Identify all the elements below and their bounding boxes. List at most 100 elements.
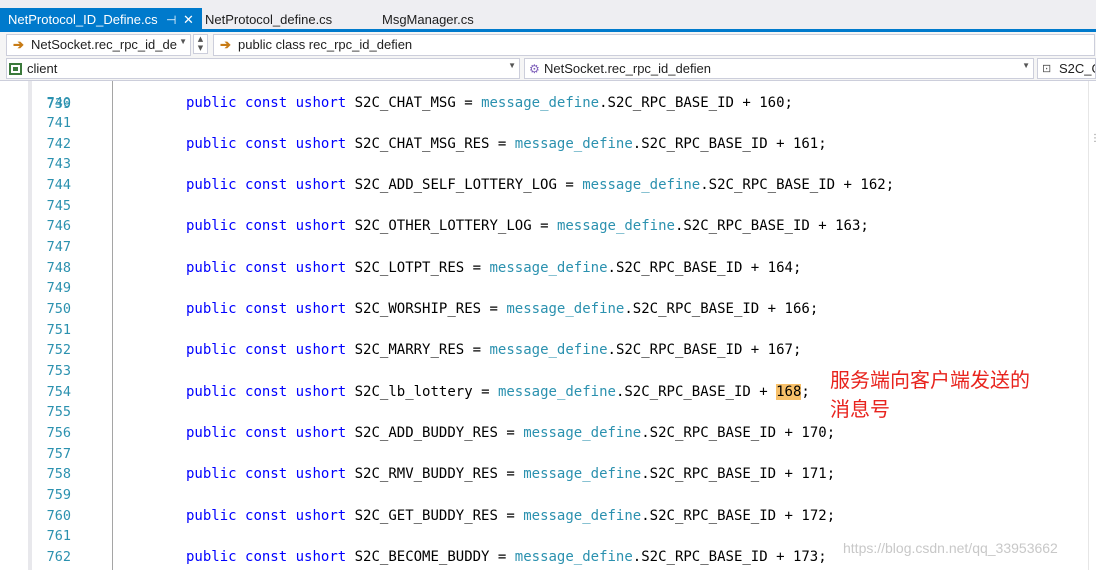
keyword: const xyxy=(245,507,288,524)
keyword: public xyxy=(186,548,237,565)
code-editor[interactable]: ⋮ 739 740 public const ushort S2C_CHAT_MS… xyxy=(0,81,1096,570)
keyword: const xyxy=(245,177,288,194)
keyword: const xyxy=(245,259,288,276)
code-line: 757 xyxy=(0,444,1096,465)
numeric-literal: 172 xyxy=(801,507,827,524)
code-line: 745 xyxy=(0,196,1096,217)
code-line: 750 public const ushort S2C_WORSHIP_RES =… xyxy=(0,299,1096,320)
numeric-literal: 167 xyxy=(767,342,793,359)
identifier: S2C_ADD_BUDDY_RES xyxy=(354,424,498,441)
line-number: 747 xyxy=(46,239,71,256)
line-number: 753 xyxy=(46,362,71,379)
line-number: 750 xyxy=(46,301,71,317)
member-access: .S2C_RPC_BASE_ID xyxy=(607,342,743,359)
keyword: ushort xyxy=(295,218,347,235)
code-statement: public const ushort S2C_BECOME_BUDDY = m… xyxy=(186,548,827,565)
code-line: 742 public const ushort S2C_CHAT_MSG_RES … xyxy=(0,134,1096,155)
numeric-literal: 164 xyxy=(767,259,793,276)
go-arrow-icon: ➔ xyxy=(13,37,24,52)
member-combo[interactable]: ➔ public class rec_rpc_id_defien xyxy=(213,34,1095,56)
code-line: 748 public const ushort S2C_LOTPT_RES = m… xyxy=(0,258,1096,279)
code-statement: public const ushort S2C_lb_lottery = mes… xyxy=(186,383,810,400)
keyword: const xyxy=(245,466,288,483)
line-number: 741 xyxy=(46,115,71,132)
code-line: 747 xyxy=(0,237,1096,258)
code-statement: public const ushort S2C_ADD_SELF_LOTTERY… xyxy=(186,177,895,194)
line-number: 757 xyxy=(46,445,71,462)
code-statement: public const ushort S2C_RMV_BUDDY_RES = … xyxy=(186,466,836,483)
keyword: const xyxy=(245,548,288,565)
identifier: S2C_GET_BUDDY_RES xyxy=(354,507,498,524)
code-line: 760 public const ushort S2C_GET_BUDDY_RES… xyxy=(0,506,1096,527)
line-number: 755 xyxy=(46,404,71,421)
numeric-literal: 162 xyxy=(860,177,886,194)
member-access: .S2C_RPC_BASE_ID xyxy=(700,177,836,194)
line-number: 745 xyxy=(46,197,71,214)
keyword: ushort xyxy=(295,94,347,111)
identifier: S2C_lb_lottery xyxy=(354,383,473,400)
keyword: const xyxy=(245,94,288,111)
type-name: message_define xyxy=(497,383,616,400)
member-access: .S2C_RPC_BASE_ID xyxy=(632,135,768,152)
keyword: public xyxy=(186,259,237,276)
keyword: ushort xyxy=(295,424,347,441)
type-name: message_define xyxy=(523,424,642,441)
line-number: 749 xyxy=(46,280,71,297)
type-combo[interactable]: ➔ NetSocket.rec_rpc_id_de ▼ xyxy=(6,34,191,56)
tab-label: NetProtocol_define.cs xyxy=(205,12,333,27)
code-line: 743 xyxy=(0,154,1096,175)
member-access: .S2C_RPC_BASE_ID xyxy=(674,218,810,235)
keyword: ushort xyxy=(295,383,347,400)
code-statement: public const ushort S2C_GET_BUDDY_RES = … xyxy=(186,507,836,524)
identifier: S2C_WORSHIP_RES xyxy=(354,301,482,317)
dropdown-arrow-icon: ▼ xyxy=(1022,61,1030,70)
member-access: .S2C_RPC_BASE_ID xyxy=(615,383,751,400)
keyword: public xyxy=(186,218,237,235)
keyword: public xyxy=(186,177,237,194)
type-name: message_define xyxy=(523,507,642,524)
member-access: .S2C_RPC_BASE_ID xyxy=(607,259,743,276)
annotation-line-1: 服务端向客户端发送的 xyxy=(830,368,1030,392)
code-line: 746 public const ushort S2C_OTHER_LOTTERY… xyxy=(0,216,1096,237)
keyword: ushort xyxy=(295,466,347,483)
identifier: S2C_BECOME_BUDDY xyxy=(354,548,490,565)
go-arrow-icon: ➔ xyxy=(220,37,231,52)
watermark: https://blog.csdn.net/qq_33953662 xyxy=(843,540,1058,556)
keyword: ushort xyxy=(295,135,347,152)
tab-msgmanager[interactable]: MsgManager.cs xyxy=(382,10,474,30)
line-number: 743 xyxy=(46,156,71,173)
member-access: .S2C_RPC_BASE_ID xyxy=(632,548,768,565)
keyword: public xyxy=(186,507,237,524)
type-name: message_define xyxy=(523,466,642,483)
member-access: .S2C_RPC_BASE_ID xyxy=(641,507,777,524)
keyword: ushort xyxy=(295,177,347,194)
code-statement: public const ushort S2C_CHAT_MSG = messa… xyxy=(186,94,793,111)
code-statement: public const ushort S2C_LOTPT_RES = mess… xyxy=(186,259,802,276)
keyword: public xyxy=(186,94,237,111)
numeric-literal: 163 xyxy=(835,218,861,235)
keyword: ushort xyxy=(295,548,347,565)
code-statement: public const ushort S2C_CHAT_MSG_RES = m… xyxy=(186,135,827,152)
type-name: message_define xyxy=(481,94,600,111)
code-statement: public const ushort S2C_OTHER_LOTTERY_LO… xyxy=(186,218,869,235)
line-number: 740 xyxy=(46,94,71,111)
code-line: 741 xyxy=(0,113,1096,134)
line-number: 756 xyxy=(46,424,71,441)
identifier: S2C_LOTPT_RES xyxy=(354,259,465,276)
annotation-note: 服务端向客户端发送的 消息号 xyxy=(830,366,1080,424)
numeric-literal: 173 xyxy=(792,548,819,565)
keyword: public xyxy=(186,135,237,152)
type-name: message_define xyxy=(489,342,608,359)
scroll-spin-button[interactable]: ▲ ▼ xyxy=(193,34,208,54)
line-number: 759 xyxy=(46,486,71,503)
type-name: message_define xyxy=(506,301,625,317)
code-line: 744 public const ushort S2C_ADD_SELF_LOTT… xyxy=(0,175,1096,196)
identifier: S2C_MARRY_RES xyxy=(354,342,465,359)
numeric-literal: 171 xyxy=(801,466,827,483)
keyword: const xyxy=(245,301,288,317)
line-number: 761 xyxy=(46,528,71,545)
tab-netprotocol-define[interactable]: NetProtocol_define.cs xyxy=(205,10,332,30)
code-line: 758 public const ushort S2C_RMV_BUDDY_RES… xyxy=(0,464,1096,485)
line-number: 748 xyxy=(46,259,71,276)
type-name: message_define xyxy=(514,548,633,565)
